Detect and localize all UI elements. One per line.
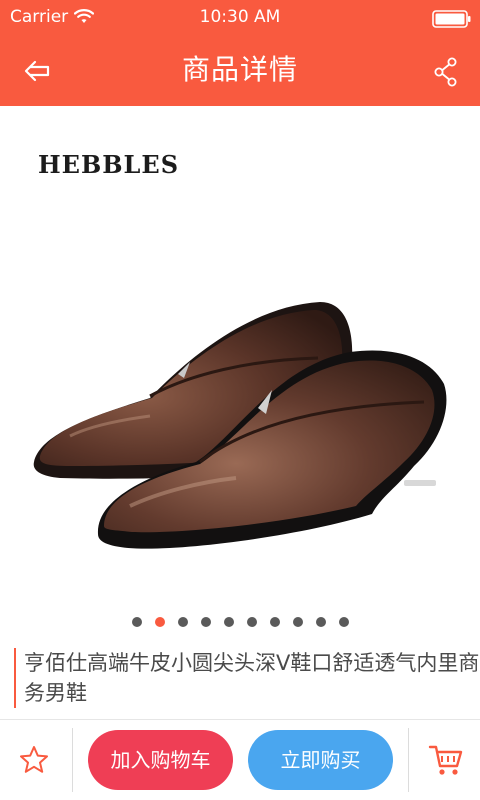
carousel-dot[interactable] [131,617,142,627]
add-to-cart-button[interactable]: 加入购物车 [88,730,233,790]
carousel-dot[interactable] [292,617,303,627]
buy-now-button[interactable]: 立即购买 [248,730,393,790]
product-title: 亨佰仕高端牛皮小圆尖头深V鞋口舒适透气内里商务男鞋 [14,648,480,708]
product-image-carousel[interactable]: HEBBLES [0,106,480,640]
status-bar: Carrier 10:30 AM [0,0,480,36]
nav-bar: 商品详情 [0,36,480,106]
carousel-dot[interactable] [246,617,257,627]
bar-separator [408,728,409,792]
carousel-pagination [0,612,480,632]
carousel-dot[interactable] [269,617,280,627]
carousel-dot[interactable] [315,617,326,627]
carousel-dot[interactable] [177,617,188,627]
status-time: 10:30 AM [199,7,281,27]
share-icon[interactable] [432,56,460,88]
carousel-dot[interactable] [200,617,211,627]
brand-logo: HEBBLES [38,150,180,179]
carousel-dot[interactable] [338,617,349,627]
bar-separator [72,728,73,792]
brown-leather-shoes-image [33,302,447,549]
star-outline-icon[interactable] [18,744,50,776]
page-title: 商品详情 [181,53,298,86]
shopping-cart-icon[interactable] [428,742,464,778]
carousel-dot[interactable] [154,617,165,627]
header: Carrier 10:30 AM 商品详情 [0,0,480,106]
bottom-action-bar: 加入购物车 立即购买 [0,720,480,800]
carousel-dot[interactable] [223,617,234,627]
battery-icon [432,10,471,28]
